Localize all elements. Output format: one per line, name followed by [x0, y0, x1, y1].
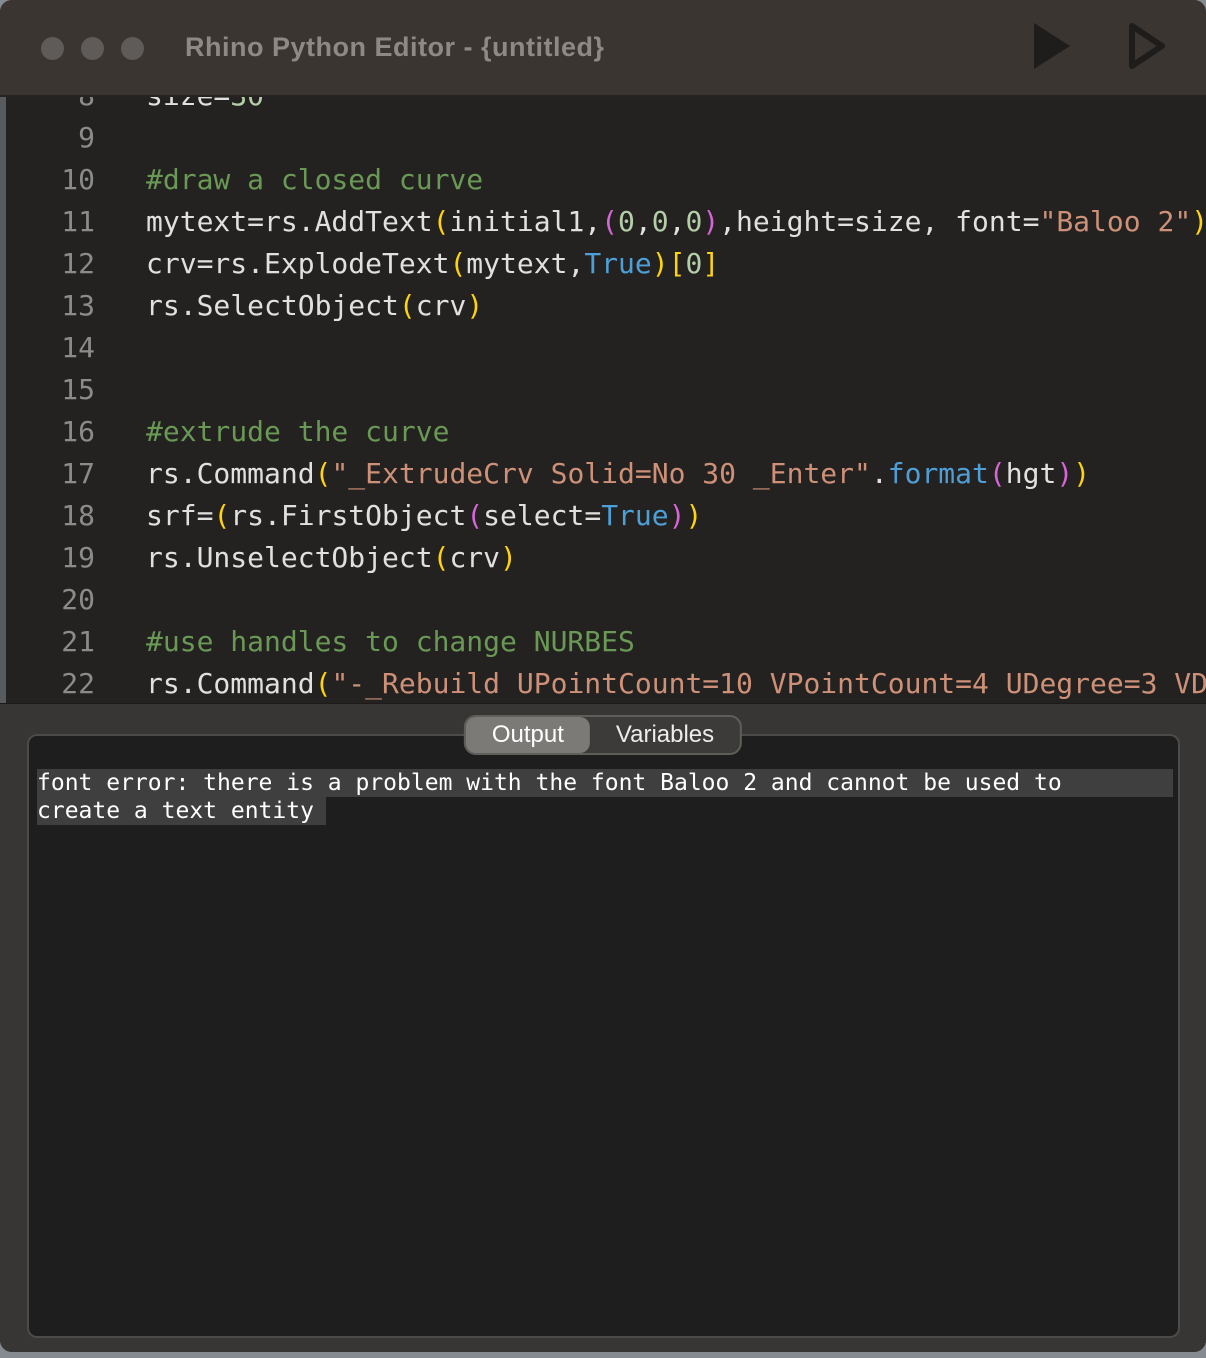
panel-tab-switcher: Output Variables: [464, 715, 742, 755]
line-number: 16: [0, 411, 95, 453]
zoom-button[interactable]: [121, 37, 144, 60]
output-console[interactable]: font error: there is a problem with the …: [27, 734, 1180, 1338]
code-text: mytext=rs.AddText(initial1,(0,0,0),heigh…: [146, 201, 1206, 243]
minimize-button[interactable]: [81, 37, 104, 60]
line-number: 18: [0, 495, 95, 537]
tab-output[interactable]: Output: [466, 717, 590, 753]
code-line[interactable]: 14: [0, 327, 1206, 369]
code-editor[interactable]: 8 size=30 910 #draw a closed curve 11 mytext=…: [0, 97, 1206, 703]
output-error-line-1: font error: there is a problem with the …: [37, 769, 1173, 797]
code-line[interactable]: 21 #use handles to change NURBES: [0, 621, 1206, 663]
code-text: crv=rs.ExplodeText(mytext,True)[0]: [146, 243, 719, 285]
code-line[interactable]: 9: [0, 117, 1206, 159]
line-number: 11: [0, 201, 95, 243]
line-number: 12: [0, 243, 95, 285]
code-text: size=30: [146, 97, 264, 117]
code-text: #draw a closed curve: [146, 159, 483, 201]
run-script-icon[interactable]: [1031, 20, 1073, 72]
code-line[interactable]: 8 size=30: [0, 97, 1206, 117]
rhino-python-editor-window: Rhino Python Editor - {untitled} 8 size=3…: [0, 0, 1206, 1352]
code-line[interactable]: 19 rs.UnselectObject(crv): [0, 537, 1206, 579]
code-text: rs.Command("-_Rebuild UPointCount=10 VPo…: [146, 663, 1206, 703]
code-text: rs.SelectObject(crv): [146, 285, 483, 327]
line-number: 19: [0, 537, 95, 579]
line-number: 14: [0, 327, 95, 369]
line-number: 21: [0, 621, 95, 663]
debug-run-icon[interactable]: [1128, 22, 1166, 70]
code-text: #use handles to change NURBES: [146, 621, 635, 663]
code-line[interactable]: 13 rs.SelectObject(crv): [0, 285, 1206, 327]
line-number: 10: [0, 159, 95, 201]
code-text: rs.Command("_ExtrudeCrv Solid=No 30 _Ent…: [146, 453, 1090, 495]
code-text: rs.UnselectObject(crv): [146, 537, 517, 579]
line-number: 8: [0, 97, 95, 117]
code-line[interactable]: 15: [0, 369, 1206, 411]
line-number: 15: [0, 369, 95, 411]
toolbar: [1031, 20, 1166, 72]
code-line[interactable]: 17 rs.Command("_ExtrudeCrv Solid=No 30 _E…: [0, 453, 1206, 495]
code-line[interactable]: 12 crv=rs.ExplodeText(mytext,True)[0]: [0, 243, 1206, 285]
window-title: Rhino Python Editor - {untitled}: [185, 32, 604, 63]
code-line[interactable]: 11 mytext=rs.AddText(initial1,(0,0,0),hei…: [0, 201, 1206, 243]
line-number: 13: [0, 285, 95, 327]
bottom-panel: Output Variables font error: there is a …: [0, 703, 1206, 1352]
tab-variables[interactable]: Variables: [590, 717, 740, 753]
code-line[interactable]: 16 #extrude the curve: [0, 411, 1206, 453]
line-number: 9: [0, 117, 95, 159]
line-number: 22: [0, 663, 95, 703]
line-number: 17: [0, 453, 95, 495]
code-line[interactable]: 22 rs.Command("-_Rebuild UPointCount=10 V…: [0, 663, 1206, 703]
line-number: 20: [0, 579, 95, 621]
output-error-line-2: create a text entity: [37, 797, 1173, 825]
code-line[interactable]: 10 #draw a closed curve: [0, 159, 1206, 201]
code-text: srf=(rs.FirstObject(select=True)): [146, 495, 702, 537]
code-line[interactable]: 18 srf=(rs.FirstObject(select=True)): [0, 495, 1206, 537]
code-line[interactable]: 20: [0, 579, 1206, 621]
traffic-lights: [41, 37, 144, 60]
close-button[interactable]: [41, 37, 64, 60]
titlebar[interactable]: Rhino Python Editor - {untitled}: [0, 0, 1206, 97]
code-lines: 8 size=30 910 #draw a closed curve 11 mytext=…: [0, 97, 1206, 703]
code-text: #extrude the curve: [146, 411, 449, 453]
